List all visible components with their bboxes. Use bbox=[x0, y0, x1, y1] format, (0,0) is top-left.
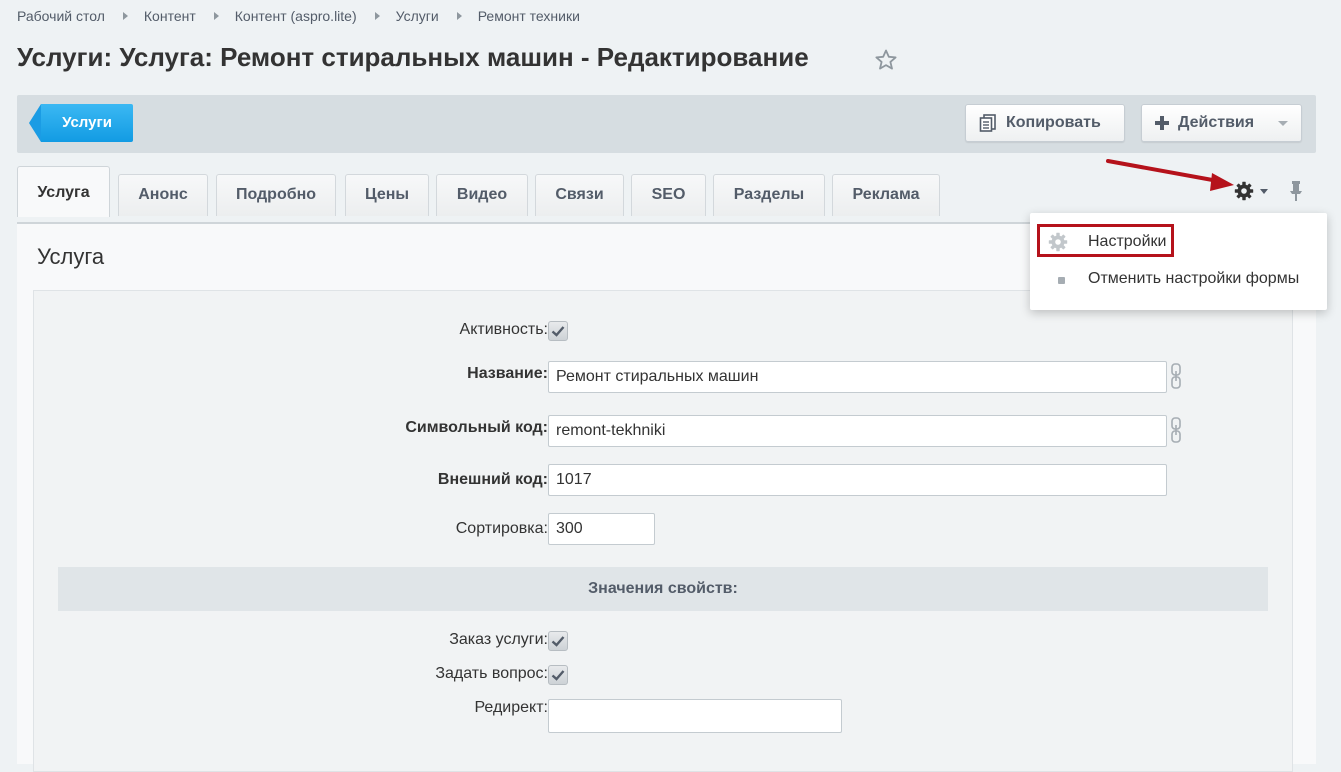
gear-dropdown-caret-icon[interactable] bbox=[1260, 189, 1268, 194]
transliteration-link-icon[interactable] bbox=[1170, 417, 1182, 443]
redirect-field[interactable] bbox=[548, 699, 842, 733]
plus-icon bbox=[1155, 116, 1169, 130]
check-icon bbox=[551, 670, 565, 681]
tab-links[interactable]: Связи bbox=[535, 174, 624, 216]
actions-button-label: Действия bbox=[1178, 114, 1255, 131]
breadcrumb-link[interactable]: Ремонт техники bbox=[478, 8, 580, 24]
breadcrumb-link[interactable]: Контент (aspro.lite) bbox=[235, 8, 357, 24]
back-to-list-button[interactable]: Услуги bbox=[29, 104, 133, 142]
breadcrumb-link[interactable]: Услуги bbox=[396, 8, 439, 24]
back-button-label: Услуги bbox=[41, 104, 133, 142]
menu-item-label: Отменить настройки формы bbox=[1088, 270, 1300, 287]
section-title: Услуга bbox=[37, 244, 105, 269]
tab-sections[interactable]: Разделы bbox=[713, 174, 825, 216]
tab-announce[interactable]: Анонс bbox=[118, 174, 208, 216]
breadcrumb-link[interactable]: Рабочий стол bbox=[17, 8, 105, 24]
transliteration-link-icon[interactable] bbox=[1170, 363, 1182, 389]
back-arrow-icon bbox=[29, 104, 41, 142]
copy-button-label: Копировать bbox=[1006, 114, 1101, 131]
ask-label: Задать вопрос: bbox=[435, 665, 548, 682]
sort-field[interactable]: 300 bbox=[548, 513, 655, 545]
tab-ads[interactable]: Реклама bbox=[832, 174, 940, 216]
breadcrumb-separator-icon bbox=[122, 12, 128, 20]
ask-checkbox[interactable] bbox=[548, 665, 568, 685]
check-icon bbox=[551, 636, 565, 647]
tab-seo[interactable]: SEO bbox=[631, 174, 706, 216]
page-title: Услуги: Услуга: Ремонт стиральных машин … bbox=[17, 42, 809, 72]
redirect-label: Редирект: bbox=[474, 699, 548, 716]
copy-button[interactable]: Копировать bbox=[965, 104, 1125, 142]
pin-icon[interactable] bbox=[1287, 180, 1305, 202]
tab-service[interactable]: Услуга bbox=[17, 166, 110, 217]
copy-icon bbox=[979, 114, 996, 132]
name-field[interactable]: Ремонт стиральных машин bbox=[548, 361, 1167, 393]
check-icon bbox=[551, 326, 565, 337]
toolbar: Услуги Копировать Действия bbox=[17, 95, 1316, 153]
tab-video[interactable]: Видео bbox=[436, 174, 528, 216]
breadcrumb-separator-icon bbox=[456, 12, 462, 20]
actions-button[interactable]: Действия bbox=[1141, 104, 1302, 142]
chevron-down-icon bbox=[1278, 120, 1289, 126]
order-label: Заказ услуги: bbox=[449, 631, 548, 648]
annotation-arrow-icon bbox=[1106, 159, 1234, 191]
ext-code-label: Внешний код: bbox=[437, 471, 548, 488]
name-label: Название: bbox=[467, 365, 548, 382]
breadcrumb-separator-icon bbox=[213, 12, 219, 20]
breadcrumb-link[interactable]: Контент bbox=[144, 8, 196, 24]
tab-details[interactable]: Подробно bbox=[216, 174, 336, 216]
tab-prices[interactable]: Цены bbox=[345, 174, 429, 216]
ext-code-field[interactable]: 1017 bbox=[548, 464, 1167, 496]
breadcrumb: Рабочий стол Контент Контент (aspro.lite… bbox=[17, 8, 580, 24]
bullet-icon bbox=[1058, 277, 1065, 284]
annotation-highlight-box bbox=[1037, 224, 1174, 257]
breadcrumb-separator-icon bbox=[374, 12, 380, 20]
code-field[interactable]: remont-tekhniki bbox=[548, 415, 1167, 447]
menu-item-reset-form-settings[interactable]: Отменить настройки формы bbox=[1030, 263, 1327, 295]
properties-header: Значения свойств: bbox=[58, 567, 1268, 611]
form-area: Активность: Название: Ремонт стиральных … bbox=[33, 290, 1293, 772]
order-checkbox[interactable] bbox=[548, 631, 568, 651]
code-label: Символьный код: bbox=[405, 419, 548, 436]
active-checkbox[interactable] bbox=[548, 321, 568, 341]
active-label: Активность: bbox=[459, 321, 548, 338]
sort-label: Сортировка: bbox=[455, 520, 548, 537]
star-icon[interactable] bbox=[874, 48, 898, 72]
